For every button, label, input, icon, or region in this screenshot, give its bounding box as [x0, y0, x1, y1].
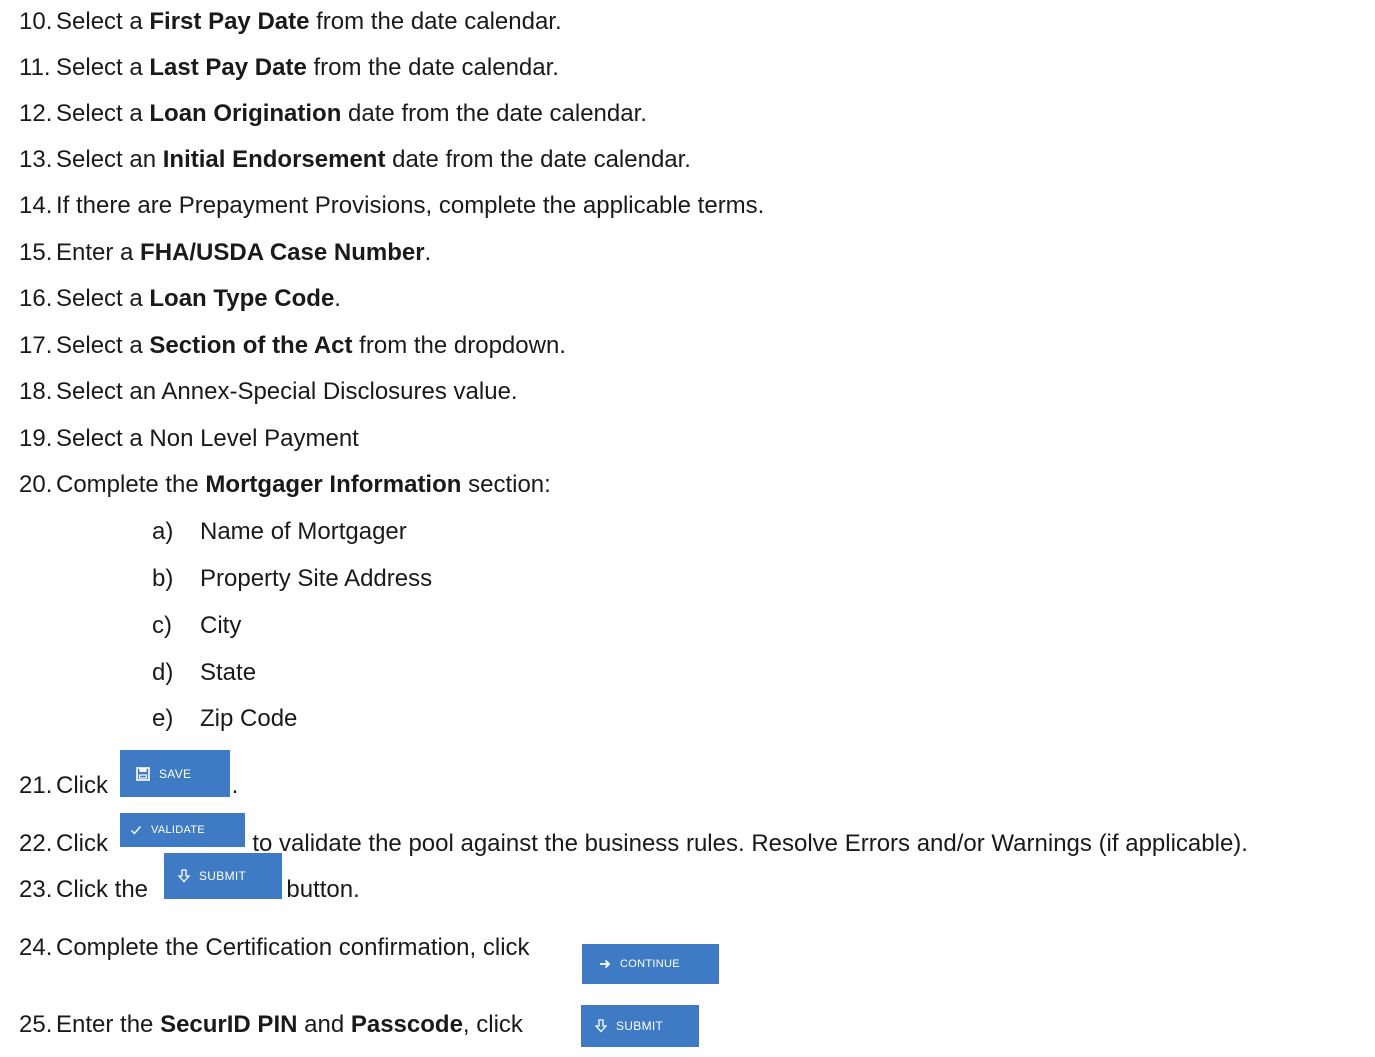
step-bold-term: Mortgager Information: [205, 471, 462, 498]
step-text: date from the date calendar.: [341, 100, 647, 127]
step-text: Click the: [56, 876, 155, 903]
step-text: .: [334, 285, 341, 312]
item-text: City: [200, 612, 242, 639]
mortgager-item: a) Name of Mortgager: [152, 517, 407, 547]
step-text: Complete the: [56, 471, 206, 498]
item-letter: e): [152, 705, 174, 732]
item-text: Zip Code: [200, 705, 298, 732]
item-letter: a): [152, 518, 174, 545]
step-number: 22.: [19, 830, 53, 857]
step-text: , click: [462, 1011, 530, 1038]
step-text: Select a: [56, 8, 150, 35]
step-bold-term: Initial Endorsement: [162, 146, 386, 173]
step-number: 25.: [19, 1011, 53, 1038]
step-19: 19. Select a Non Level Payment: [19, 424, 359, 454]
step-20: 20. Complete the Mortgager Information se…: [19, 470, 551, 500]
item-text: State: [200, 659, 257, 686]
step-text: If there are Prepayment Provisions, comp…: [56, 192, 765, 219]
step-number: 24.: [19, 934, 53, 961]
step-number: 13.: [19, 146, 53, 173]
validate-label: VALIDATE: [151, 824, 205, 836]
step-number: 10.: [19, 8, 53, 35]
step-text: Select a Non Level Payment: [56, 425, 359, 452]
step-number: 23.: [19, 876, 53, 903]
submit-button[interactable]: SUBMIT: [164, 853, 282, 899]
item-letter: d): [152, 659, 174, 686]
step-bold-term: SecurID PIN: [160, 1011, 298, 1038]
step-number: 18.: [19, 378, 53, 405]
step-text: Enter a: [56, 239, 141, 266]
step-14: 14. If there are Prepayment Provisions, c…: [19, 191, 764, 221]
step-text: .: [424, 239, 432, 266]
step-number: 12.: [19, 100, 53, 127]
step-16: 16. Select a Loan Type Code.: [19, 284, 341, 314]
step-text: Select an: [56, 146, 163, 173]
continue-button[interactable]: CONTINUE: [582, 944, 719, 984]
step-number: 20.: [19, 471, 53, 498]
step-text: Select a: [56, 332, 150, 359]
step-bold-term: Last Pay Date: [149, 54, 307, 81]
step-text: Enter the: [56, 1011, 161, 1038]
submit-label: SUBMIT: [616, 1019, 664, 1033]
step-24: 24. Complete the Certification confirmati…: [19, 933, 673, 963]
step-number: 17.: [19, 332, 53, 359]
item-text: Name of Mortgager: [200, 518, 407, 545]
step-11: 11. Select a Last Pay Date from the date …: [19, 53, 559, 83]
step-text: Select a: [56, 54, 150, 81]
step-bold-term: FHA/USDA Case Number: [140, 239, 425, 266]
step-text: button.: [279, 876, 360, 903]
item-letter: c): [152, 612, 172, 639]
step-text: .: [231, 772, 239, 799]
step-text: Select a: [56, 100, 150, 127]
step-bold-term: Loan Origination: [149, 100, 342, 127]
step-bold-term: First Pay Date: [149, 8, 310, 35]
step-number: 14.: [19, 192, 53, 219]
step-text: section:: [461, 471, 551, 498]
step-17: 17. Select a Section of the Act from the …: [19, 331, 566, 361]
submit-button-2[interactable]: SUBMIT: [581, 1005, 699, 1047]
step-text: from the dropdown.: [352, 332, 566, 359]
step-number: 15.: [19, 239, 53, 266]
step-15: 15. Enter a FHA/USDA Case Number.: [19, 238, 431, 268]
step-number: 11.: [19, 54, 51, 81]
submit-label: SUBMIT: [199, 869, 247, 883]
step-text: and: [297, 1011, 351, 1038]
step-bold-term: Passcode: [350, 1011, 463, 1038]
step-18: 18. Select an Annex-Special Disclosures v…: [19, 377, 518, 407]
continue-label: CONTINUE: [620, 958, 680, 970]
step-12: 12. Select a Loan Origination date from t…: [19, 99, 647, 129]
step-text: Select a: [56, 285, 150, 312]
step-text: Select an Annex-Special Disclosures valu…: [56, 378, 518, 405]
checkmark-icon: [130, 824, 142, 836]
step-25: 25. Enter the SecurID PIN and Passcode, c…: [19, 1010, 661, 1040]
step-text: to validate the pool against the busines…: [245, 830, 1248, 857]
floppy-disk-icon: [136, 766, 150, 781]
mortgager-item: c) City: [152, 611, 241, 641]
item-letter: b): [152, 565, 174, 592]
step-number: 21.: [19, 772, 53, 799]
step-bold-term: Section of the Act: [149, 332, 353, 359]
step-text: from the date calendar.: [309, 8, 562, 35]
step-text: Click: [56, 830, 115, 857]
step-bold-term: Loan Type Code: [149, 285, 335, 312]
validate-button[interactable]: VALIDATE: [120, 813, 245, 847]
step-number: 19.: [19, 425, 53, 452]
down-arrow-icon: [595, 1019, 607, 1033]
mortgager-item: d) State: [152, 658, 256, 688]
save-button[interactable]: SAVE: [120, 750, 230, 797]
item-text: Property Site Address: [200, 565, 433, 592]
down-arrow-icon: [178, 869, 190, 883]
right-arrow-icon: [599, 958, 611, 970]
step-13: 13. Select an Initial Endorsement date fr…: [19, 145, 691, 175]
step-10: 10. Select a First Pay Date from the date…: [19, 7, 562, 37]
mortgager-item: b) Property Site Address: [152, 564, 432, 594]
save-label: SAVE: [159, 766, 192, 781]
step-text: from the date calendar.: [306, 54, 559, 81]
mortgager-item: e) Zip Code: [152, 704, 297, 734]
step-number: 16.: [19, 285, 53, 312]
step-text: Complete the Certification confirmation,…: [56, 934, 530, 961]
step-text: date from the date calendar.: [385, 146, 691, 173]
step-text: Click: [56, 772, 115, 799]
